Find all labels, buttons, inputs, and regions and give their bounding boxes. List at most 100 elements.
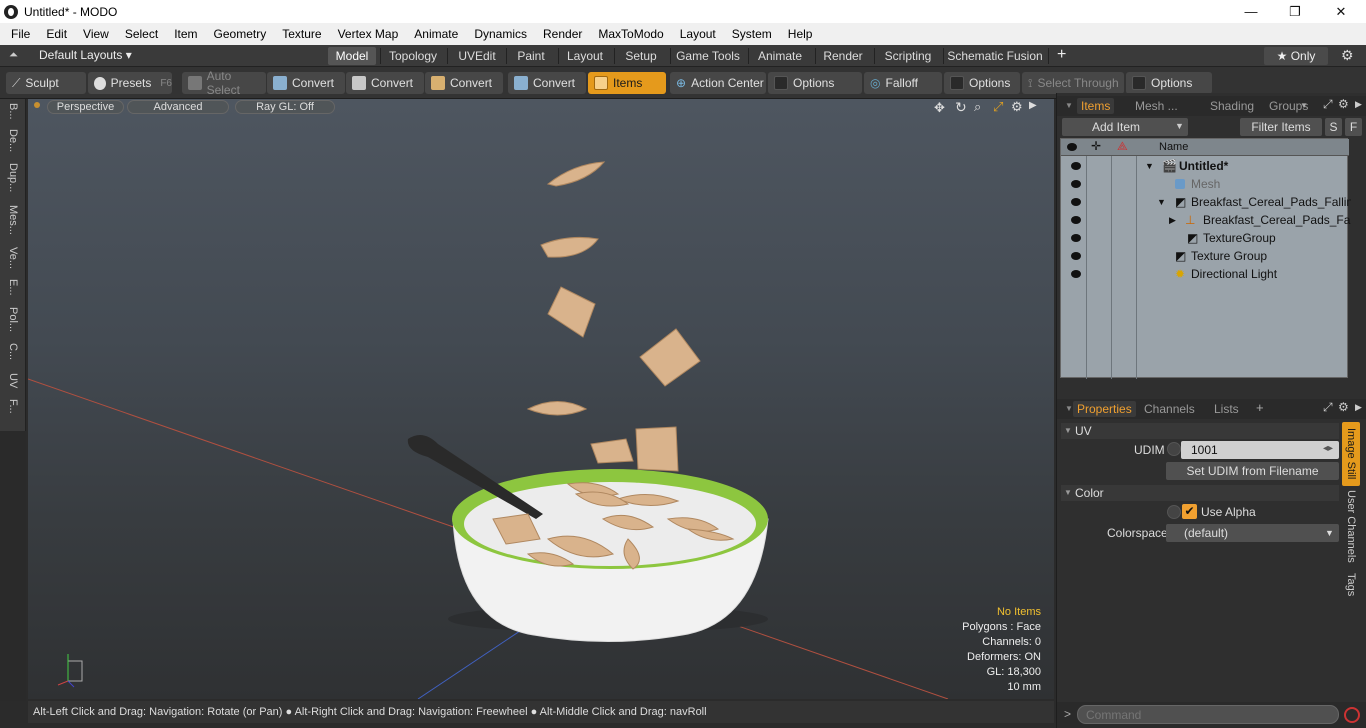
select-through-button[interactable]: ⟟ Select Through	[1022, 72, 1124, 94]
gear-icon[interactable]: ⚙	[1341, 47, 1354, 64]
minimize-button[interactable]: —	[1228, 0, 1274, 23]
record-icon[interactable]	[1344, 707, 1360, 723]
strip-tab-mesh[interactable]: Mes...	[3, 205, 23, 235]
add-item-button[interactable]: Add Item	[1062, 118, 1188, 136]
collapse-arrow-icon[interactable]: ▼	[1157, 193, 1166, 211]
items-mode-button[interactable]: Items	[588, 72, 666, 94]
expand-arrow-icon[interactable]: ▶	[1169, 211, 1176, 229]
tab-channels[interactable]: Channels	[1140, 401, 1199, 417]
strip-tab-edge[interactable]: E...	[3, 279, 23, 296]
up-arrow-icon[interactable]: ⏶	[9, 49, 18, 62]
menu-select[interactable]: Select	[117, 27, 166, 41]
command-input[interactable]	[1077, 705, 1339, 724]
name-column-header[interactable]: Name	[1159, 141, 1188, 153]
tab-game-tools[interactable]: Game Tools	[674, 47, 742, 65]
add-tab-button[interactable]: +	[1256, 400, 1264, 415]
eye-icon[interactable]	[1067, 143, 1077, 151]
menu-view[interactable]: View	[75, 27, 117, 41]
sculpt-button[interactable]: ⟋ Sculpt	[6, 72, 86, 94]
strip-tab-deform[interactable]: De...	[3, 129, 23, 152]
tab-items[interactable]: Items	[1077, 98, 1115, 114]
eye-icon[interactable]	[1071, 198, 1081, 206]
color-section-header[interactable]: ▼ Color	[1061, 485, 1339, 501]
strip-tab-uv[interactable]: UV	[3, 373, 23, 388]
menu-geometry[interactable]: Geometry	[206, 27, 275, 41]
collapse-icon[interactable]: ▼	[1065, 101, 1073, 110]
slider-arrows-icon[interactable]: ◂▸	[1323, 443, 1333, 454]
keyframe-icon[interactable]	[1167, 505, 1181, 519]
tab-animate[interactable]: Animate	[752, 47, 808, 65]
menu-vertex-map[interactable]: Vertex Map	[330, 27, 407, 41]
dropdown-icon[interactable]: ▼	[1175, 121, 1184, 131]
menu-texture[interactable]: Texture	[274, 27, 329, 41]
tab-lists[interactable]: Lists	[1210, 401, 1243, 417]
strip-tab-curve[interactable]: C...	[3, 343, 23, 360]
tree-row-texturegroup[interactable]: ◩ TextureGroup	[1065, 229, 1351, 247]
eye-icon[interactable]	[1071, 180, 1081, 188]
tab-schematic-fusion[interactable]: Schematic Fusion	[947, 47, 1043, 65]
3d-viewport[interactable]: Perspective Advanced Ray GL: Off ✥ ↻ ⌕ ⤢…	[28, 99, 1054, 699]
colorspace-select[interactable]: (default)	[1166, 524, 1339, 542]
options-button-2[interactable]: Options	[944, 72, 1020, 94]
tab-uvedit[interactable]: UVEdit	[452, 47, 502, 65]
dropdown-icon[interactable]: ▼	[1300, 101, 1308, 110]
collapse-arrow-icon[interactable]: ▼	[1145, 157, 1154, 175]
action-center-button[interactable]: ⊕ Action Center	[670, 72, 766, 94]
udim-field[interactable]: 1001	[1181, 441, 1339, 459]
options-button-3[interactable]: Options	[1126, 72, 1212, 94]
side-tab-user-channels[interactable]: User Channels	[1342, 488, 1360, 564]
tab-layout[interactable]: Layout	[562, 47, 608, 65]
strip-tab-duplicate[interactable]: Dup...	[3, 163, 23, 192]
play-arrow-icon[interactable]: ▶	[1355, 99, 1362, 110]
layout-selector[interactable]: Default Layouts ▾	[39, 48, 132, 62]
gear-icon[interactable]: ⚙	[1338, 97, 1349, 111]
tab-paint[interactable]: Paint	[510, 47, 552, 65]
tree-row-light[interactable]: ✹ Directional Light	[1065, 265, 1351, 283]
maximize-button[interactable]: ❐	[1272, 0, 1318, 23]
collapse-icon[interactable]: ▼	[1065, 404, 1073, 413]
gear-icon[interactable]: ⚙	[1338, 400, 1349, 414]
expand-icon[interactable]: ⤢	[1323, 97, 1333, 112]
eye-icon[interactable]	[1071, 234, 1081, 242]
side-tab-tags[interactable]: Tags	[1342, 568, 1360, 602]
tab-properties[interactable]: Properties	[1073, 401, 1136, 417]
add-tab-button[interactable]: +	[1057, 46, 1066, 64]
eye-icon[interactable]	[1071, 216, 1081, 224]
menu-item[interactable]: Item	[166, 27, 205, 41]
options-button-1[interactable]: Options	[768, 72, 862, 94]
strip-tab-vertex[interactable]: Ve...	[3, 247, 23, 269]
tree-row-texture-group[interactable]: ◩ Texture Group	[1065, 247, 1351, 265]
menu-layout[interactable]: Layout	[672, 27, 724, 41]
use-alpha-checkbox[interactable]: ✔	[1182, 504, 1197, 519]
convert-button-1[interactable]: Convert	[267, 72, 345, 94]
uv-section-header[interactable]: ▼ UV	[1061, 423, 1339, 439]
menu-render[interactable]: Render	[535, 27, 590, 41]
play-arrow-icon[interactable]: ▶	[1355, 402, 1362, 413]
convert-button-4[interactable]: Convert	[508, 72, 586, 94]
keyframe-icon[interactable]	[1167, 442, 1181, 456]
convert-button-2[interactable]: Convert	[346, 72, 424, 94]
menu-help[interactable]: Help	[780, 27, 821, 41]
eye-icon[interactable]	[1071, 252, 1081, 260]
tree-row-scene[interactable]: ▼ 🎬 Untitled*	[1065, 157, 1351, 175]
menu-animate[interactable]: Animate	[406, 27, 466, 41]
strip-tab-fusion[interactable]: F...	[3, 399, 23, 414]
eye-icon[interactable]	[1071, 270, 1081, 278]
strip-tab-polygon[interactable]: Pol...	[3, 307, 23, 332]
menu-file[interactable]: File	[0, 27, 38, 41]
tab-topology[interactable]: Topology	[384, 47, 442, 65]
strip-tab-basic[interactable]: B...	[3, 103, 23, 120]
side-tab-image-still[interactable]: Image Still	[1342, 422, 1360, 486]
dropdown-icon[interactable]: ▼	[1325, 528, 1334, 538]
presets-button[interactable]: Presets F6	[88, 72, 172, 94]
expand-icon[interactable]: ⤢	[1323, 400, 1333, 415]
auto-select-button[interactable]: Auto Select	[182, 69, 266, 97]
tab-model[interactable]: Model	[328, 47, 376, 65]
only-button[interactable]: ★ Only	[1264, 47, 1328, 65]
tab-scripting[interactable]: Scripting	[878, 47, 938, 65]
convert-button-3[interactable]: Convert	[425, 72, 503, 94]
s-button[interactable]: S	[1325, 118, 1342, 136]
filter-items-button[interactable]: Filter Items	[1240, 118, 1322, 136]
lock-icon[interactable]: ✛	[1091, 139, 1101, 153]
tab-mesh[interactable]: Mesh ...	[1131, 98, 1182, 114]
